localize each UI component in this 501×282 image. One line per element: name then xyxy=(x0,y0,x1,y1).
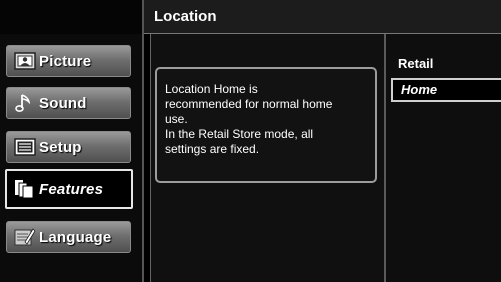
features-icon xyxy=(13,179,37,199)
setup-icon xyxy=(13,137,37,157)
help-panel: Location Home is recommended for normal … xyxy=(151,34,386,282)
page-header: Location xyxy=(144,0,501,34)
help-text-line: Location Home is xyxy=(165,82,258,96)
menu-item-label: Setup xyxy=(39,138,82,156)
picture-icon xyxy=(13,51,37,71)
divider xyxy=(144,34,151,282)
options-list: Retail Home xyxy=(386,34,501,282)
page-title: Location xyxy=(154,8,217,25)
menu-item-language[interactable]: Language xyxy=(6,221,131,253)
option-retail[interactable]: Retail xyxy=(398,56,433,71)
menu-item-label: Language xyxy=(39,228,112,246)
menu-item-label: Sound xyxy=(39,94,87,112)
language-icon xyxy=(13,227,37,247)
menu-item-picture[interactable]: Picture xyxy=(6,45,131,77)
help-text-line: settings are fixed. xyxy=(165,142,260,156)
option-home[interactable]: Home xyxy=(391,78,501,102)
help-text-box: Location Home is recommended for normal … xyxy=(155,67,377,183)
music-note-icon xyxy=(13,93,37,113)
menu-item-features[interactable]: Features xyxy=(5,169,133,209)
sidebar-menu: Picture Sound Setup Features Language xyxy=(0,0,144,282)
menu-item-label: Picture xyxy=(39,52,92,70)
help-text-line: recommended for normal home xyxy=(165,97,333,111)
menu-item-sound[interactable]: Sound xyxy=(6,87,131,119)
menu-item-label: Features xyxy=(39,180,104,198)
tv-menu-screen: Picture Sound Setup Features Language Lo… xyxy=(0,0,501,282)
help-text-line: In the Retail Store mode, all xyxy=(165,127,314,141)
sidebar-header xyxy=(0,0,142,34)
help-text-line: use. xyxy=(165,112,188,126)
menu-item-setup[interactable]: Setup xyxy=(6,131,131,163)
